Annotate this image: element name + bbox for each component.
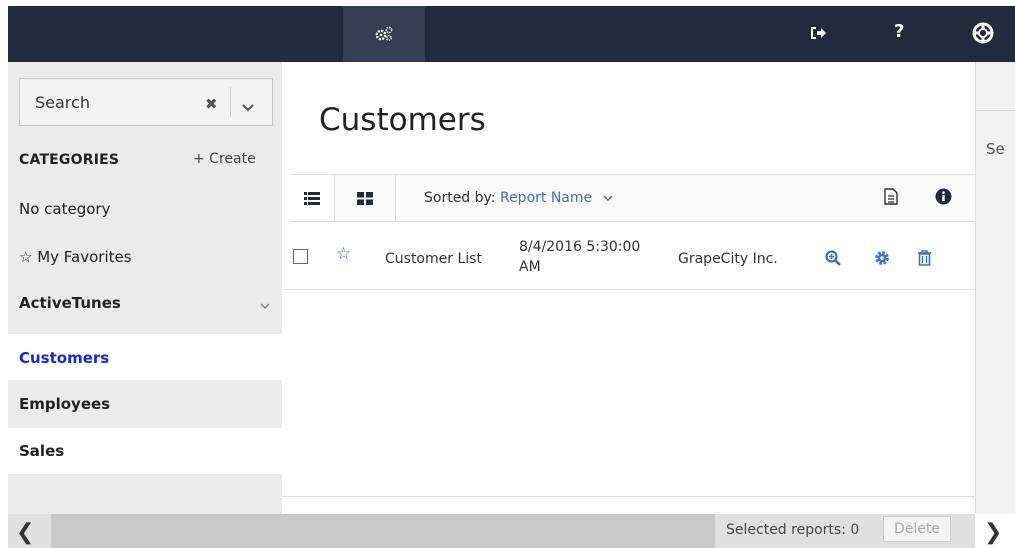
- sidebar-item-sales[interactable]: Sales: [8, 428, 282, 474]
- sidebar-group-activetunes[interactable]: ActiveTunes: [8, 294, 282, 324]
- panel-partial-text: Se: [986, 140, 1005, 158]
- logout-button[interactable]: [809, 24, 827, 42]
- grid-view-icon: [357, 191, 373, 205]
- sidebar-item-label: Sales: [19, 442, 65, 460]
- right-side-panel: Se: [975, 62, 1015, 514]
- delete-trash-icon[interactable]: [917, 250, 932, 270]
- report-date: 8/4/2016 5:30:00 AM: [519, 239, 641, 275]
- chevron-down-icon[interactable]: [597, 190, 613, 206]
- support-lifebuoy-icon: [972, 22, 994, 44]
- expand-caret-icon[interactable]: [260, 296, 270, 314]
- sidebar-item-no-category[interactable]: No category: [8, 200, 282, 230]
- divider: [282, 496, 975, 497]
- main-content: Customers Sorted by: Report Name ☆ Custo…: [282, 62, 975, 514]
- sidebar-item-label: Employees: [19, 395, 111, 413]
- sidebar-item-employees[interactable]: Employees: [8, 380, 282, 428]
- support-button[interactable]: [972, 22, 994, 44]
- divider: [230, 87, 231, 117]
- top-navigation-bar: ?: [8, 6, 1015, 62]
- search-input[interactable]: Search: [35, 93, 90, 112]
- sidebar-item-label: Customers: [19, 349, 110, 367]
- help-icon: ?: [894, 21, 905, 42]
- settings-gears-icon: [375, 26, 393, 41]
- scrollbar-thumb[interactable]: [51, 514, 715, 548]
- favorite-star-icon[interactable]: ☆: [336, 244, 351, 264]
- info-button[interactable]: [935, 188, 952, 209]
- sidebar-item-label: ☆ My Favorites: [19, 248, 132, 266]
- delete-button[interactable]: Delete: [883, 516, 951, 542]
- grid-view-button[interactable]: [335, 175, 396, 221]
- chevron-down-icon[interactable]: [242, 97, 254, 116]
- sidebar-item-my-favorites[interactable]: ☆ My Favorites: [8, 248, 282, 278]
- scroll-left-icon[interactable]: ❮: [16, 520, 34, 545]
- horizontal-scrollbar[interactable]: ❮ Selected reports: 0 Delete: [8, 514, 975, 548]
- help-button[interactable]: ?: [894, 21, 904, 42]
- page-title: Customers: [319, 102, 486, 138]
- sort-selector[interactable]: Sorted by: Report Name: [424, 190, 613, 206]
- search-field[interactable]: Search ✖: [19, 78, 273, 126]
- list-view-icon: [304, 191, 320, 205]
- row-checkbox[interactable]: [293, 249, 308, 264]
- settings-button[interactable]: [343, 6, 425, 62]
- sidebar-group-label: ActiveTunes: [19, 294, 121, 312]
- document-button[interactable]: [884, 188, 898, 209]
- categories-heading: CATEGORIES: [19, 152, 120, 168]
- sidebar-item-customers[interactable]: Customers: [8, 334, 282, 380]
- report-name[interactable]: Customer List: [385, 251, 482, 267]
- divider: [976, 110, 1015, 111]
- preview-zoom-icon[interactable]: [825, 250, 841, 270]
- selected-reports-count: Selected reports: 0: [726, 522, 860, 538]
- sort-label: Sorted by:: [424, 190, 500, 206]
- clear-search-icon[interactable]: ✖: [205, 95, 218, 113]
- list-view-button[interactable]: [290, 175, 335, 221]
- sidebar: Search ✖ CATEGORIES + Create No category…: [8, 62, 282, 514]
- scroll-right-icon[interactable]: ❯: [975, 514, 1015, 548]
- info-icon: [935, 188, 952, 205]
- report-settings-gear-icon[interactable]: [874, 250, 890, 270]
- report-toolbar: Sorted by: Report Name: [290, 174, 975, 222]
- sort-value[interactable]: Report Name: [500, 190, 592, 206]
- report-author: GrapeCity Inc.: [678, 251, 778, 267]
- document-icon: [884, 188, 898, 205]
- table-row[interactable]: ☆ Customer List 8/4/2016 5:30:00 AM Grap…: [282, 224, 975, 290]
- logout-icon: [811, 27, 826, 39]
- create-category-button[interactable]: + Create: [193, 151, 256, 167]
- sidebar-item-label: No category: [19, 200, 111, 218]
